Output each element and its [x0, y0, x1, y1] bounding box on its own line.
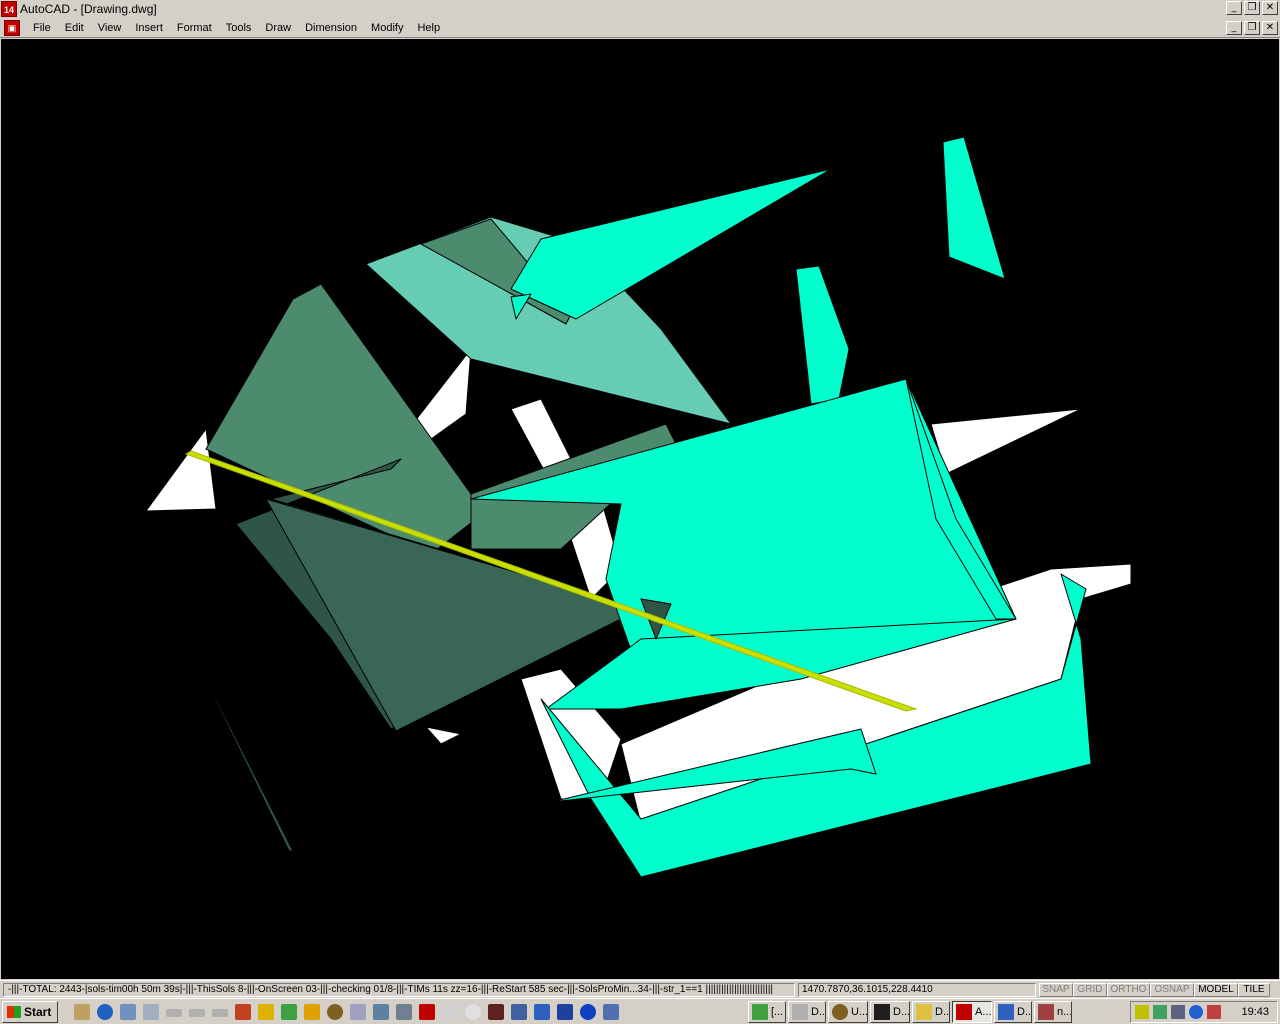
folder-icon	[916, 1004, 932, 1020]
menu-tools[interactable]: Tools	[219, 22, 259, 34]
tool-icon[interactable]	[396, 1004, 412, 1020]
drive-icon[interactable]	[166, 1009, 182, 1017]
clock[interactable]: 19:43	[1241, 1006, 1269, 1018]
speaker-icon[interactable]	[1135, 1005, 1149, 1019]
menu-insert[interactable]: Insert	[128, 22, 170, 34]
window-title: AutoCAD - [Drawing.dwg]	[20, 2, 157, 16]
taskbar-button[interactable]: D...	[994, 1001, 1032, 1023]
tool-icon[interactable]	[488, 1004, 504, 1020]
tool-icon[interactable]	[373, 1004, 389, 1020]
app-icon	[874, 1004, 890, 1020]
tool-icon[interactable]	[557, 1004, 573, 1020]
drive-icon	[792, 1004, 808, 1020]
autocad-app-icon[interactable]: 14	[1, 1, 17, 17]
taskbar-button[interactable]: D...	[870, 1001, 910, 1023]
drive-icon[interactable]	[212, 1009, 228, 1017]
tool-icon[interactable]	[281, 1004, 297, 1020]
tool-icon[interactable]	[258, 1004, 274, 1020]
tool-icon[interactable]	[534, 1004, 550, 1020]
drawing-viewport[interactable]	[1, 39, 1279, 979]
browser-icon	[998, 1004, 1014, 1020]
menu-help[interactable]: Help	[410, 22, 447, 34]
start-label: Start	[24, 1005, 52, 1019]
status-message: -|||-TOTAL: 2443-|sols-tim00h 50m 39s|-|…	[3, 983, 795, 997]
white-shard	[930, 408, 1082, 475]
tool-icon[interactable]	[350, 1004, 366, 1020]
document-icon[interactable]: ▣	[4, 19, 20, 36]
3d-solids-drawing	[145, 136, 1132, 878]
tool-icon[interactable]	[442, 1004, 458, 1020]
minimize-button[interactable]: _	[1226, 1, 1242, 15]
tool-icon[interactable]	[465, 1004, 481, 1020]
autocad-icon	[956, 1004, 972, 1020]
menu-modify[interactable]: Modify	[364, 22, 410, 34]
quicklaunch-icon[interactable]	[74, 1004, 90, 1020]
cyan-sliver	[942, 136, 1006, 280]
windows-flag-icon	[7, 1006, 21, 1018]
menu-view[interactable]: View	[91, 22, 129, 34]
drive-icon[interactable]	[189, 1009, 205, 1017]
title-bar: 14 AutoCAD - [Drawing.dwg] _ ❐ ✕	[0, 0, 1280, 18]
taskbar-button[interactable]: [...	[748, 1001, 786, 1023]
white-shard	[145, 428, 217, 512]
network-icon[interactable]	[1153, 1005, 1167, 1019]
menu-edit[interactable]: Edit	[58, 22, 91, 34]
close-button[interactable]: ✕	[1262, 1, 1278, 15]
system-tray: 19:43	[1130, 1001, 1278, 1023]
taskbar: Start [... D... U... D... D... A... D...…	[0, 998, 1280, 1024]
coordinate-readout[interactable]: 1470.7870,36.1015,228.4410	[798, 983, 1036, 997]
white-shard	[425, 726, 462, 745]
monitor-icon[interactable]	[1171, 1005, 1185, 1019]
tool-icon[interactable]	[235, 1004, 251, 1020]
app-icon	[752, 1004, 768, 1020]
tool-icon[interactable]	[580, 1004, 596, 1020]
taskbar-button[interactable]: D...	[788, 1001, 826, 1023]
tool-icon[interactable]	[603, 1004, 619, 1020]
dark-sliver	[203, 676, 294, 852]
cyan-sliver	[795, 265, 850, 405]
taskbar-button[interactable]: D...	[912, 1001, 950, 1023]
osnap-toggle[interactable]: OSNAP	[1150, 983, 1194, 997]
app-icon	[1038, 1004, 1054, 1020]
menu-file[interactable]: File	[26, 22, 58, 34]
doc-restore-button[interactable]: ❐	[1244, 21, 1260, 35]
app-tray-icon[interactable]	[1207, 1005, 1221, 1019]
media-icon[interactable]	[304, 1004, 320, 1020]
menu-draw[interactable]: Draw	[258, 22, 298, 34]
menu-format[interactable]: Format	[170, 22, 219, 34]
info-icon[interactable]	[1189, 1005, 1203, 1019]
model-toggle[interactable]: MODEL	[1194, 983, 1238, 997]
menu-bar: ▣ File Edit View Insert Format Tools Dra…	[0, 18, 1280, 38]
taskbar-button[interactable]: n...	[1034, 1001, 1072, 1023]
restore-button[interactable]: ❐	[1244, 1, 1260, 15]
autocad-icon[interactable]	[419, 1004, 435, 1020]
browser-icon[interactable]	[97, 1004, 113, 1020]
doc-close-button[interactable]: ✕	[1262, 21, 1278, 35]
status-bar: -|||-TOTAL: 2443-|sols-tim00h 50m 39s|-|…	[0, 980, 1280, 998]
tool-icon[interactable]	[327, 1004, 343, 1020]
start-button[interactable]: Start	[2, 1001, 58, 1023]
cyan-spike	[510, 168, 832, 320]
grid-toggle[interactable]: GRID	[1073, 983, 1107, 997]
tile-toggle[interactable]: TILE	[1238, 983, 1270, 997]
taskbar-button[interactable]: U...	[828, 1001, 868, 1023]
snap-toggle[interactable]: SNAP	[1039, 983, 1073, 997]
desktop-icon[interactable]	[143, 1004, 159, 1020]
menu-dimension[interactable]: Dimension	[298, 22, 364, 34]
doc-minimize-button[interactable]: _	[1226, 21, 1242, 35]
tool-icon[interactable]	[511, 1004, 527, 1020]
explorer-icon[interactable]	[120, 1004, 136, 1020]
ortho-toggle[interactable]: ORTHO	[1107, 983, 1150, 997]
app-icon	[832, 1004, 848, 1020]
taskbar-button-autocad[interactable]: A...	[952, 1001, 992, 1023]
